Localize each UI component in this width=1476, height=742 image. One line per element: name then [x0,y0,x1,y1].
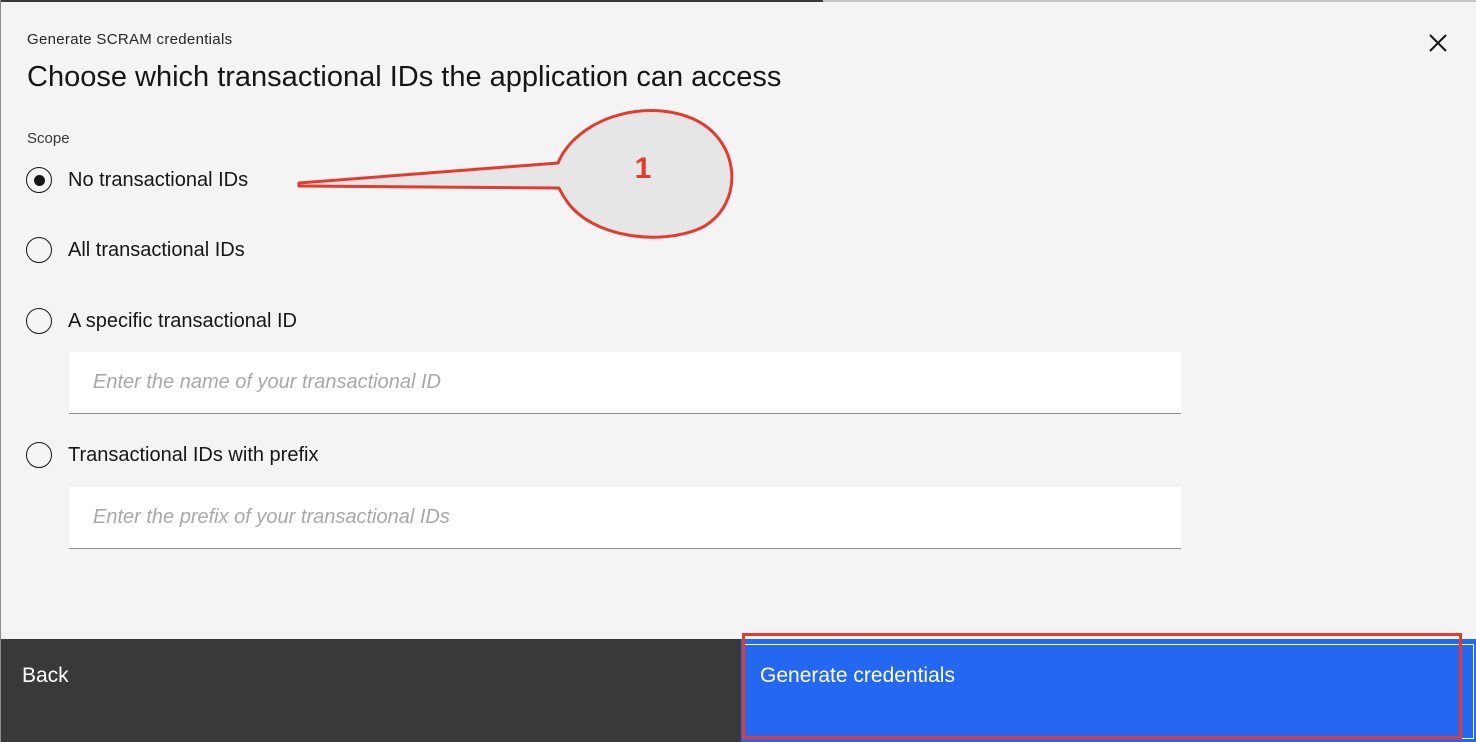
back-button[interactable]: Back [1,639,741,742]
callout-bubble-shape [297,109,734,239]
radio-no-transactional-ids[interactable]: No transactional IDs [26,167,248,193]
radio-specific-transactional-id[interactable]: A specific transactional ID [26,308,297,334]
top-divider [1,0,1476,2]
radio-label: Transactional IDs with prefix [68,443,319,466]
radio-label: A specific transactional ID [68,309,297,332]
generate-credentials-modal: Generate SCRAM credentials Choose which … [0,0,1476,742]
modal-eyebrow: Generate SCRAM credentials [27,31,233,48]
radio-unchecked-icon[interactable] [26,442,52,468]
radio-checked-icon[interactable] [26,167,52,193]
radio-label: No transactional IDs [68,168,249,191]
radio-all-transactional-ids[interactable]: All transactional IDs [26,237,245,263]
close-icon [1429,34,1447,52]
radio-transactional-ids-with-prefix[interactable]: Transactional IDs with prefix [26,442,318,468]
transactional-id-prefix-input[interactable] [69,487,1181,549]
radio-unchecked-icon[interactable] [26,308,52,334]
close-button[interactable] [1421,26,1455,60]
transactional-id-name-input[interactable] [69,352,1181,414]
focus-ring [744,644,1474,739]
scope-legend: Scope [27,130,70,147]
modal-title: Choose which transactional IDs the appli… [27,61,782,93]
modal-footer: Back Generate credentials [1,639,1476,742]
generate-credentials-label: Generate credentials [760,664,955,687]
radio-label: All transactional IDs [68,238,245,261]
callout-number: 1 [634,152,652,185]
generate-credentials-button[interactable]: Generate credentials [741,639,1476,742]
radio-unchecked-icon[interactable] [26,237,52,263]
